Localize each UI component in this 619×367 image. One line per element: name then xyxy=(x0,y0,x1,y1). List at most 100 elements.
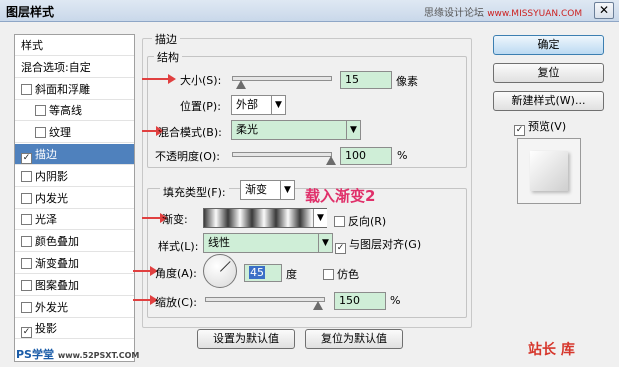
fill-type-label: 填充类型(F): xyxy=(160,184,229,200)
sidebar-item[interactable]: 外发光 xyxy=(15,297,134,318)
close-button[interactable]: ✕ xyxy=(594,2,614,19)
preview-checkbox[interactable]: ✓ 预览(V) xyxy=(514,118,566,136)
watermark-bottom-left: PS学堂 www.52PSXT.COM xyxy=(16,346,139,362)
sidebar-item-checkbox[interactable] xyxy=(21,258,32,269)
opacity-slider-thumb[interactable] xyxy=(326,156,336,165)
watermark-ps-label: PS学堂 xyxy=(16,348,54,361)
gradient-style-select[interactable]: 线性 ▼ xyxy=(203,233,333,253)
reset-button[interactable]: 复位 xyxy=(493,63,604,83)
annotation-arrow-size xyxy=(142,78,168,80)
sidebar-item[interactable]: 颜色叠加 xyxy=(15,231,134,253)
align-checkbox[interactable]: ✓ 与图层对齐(G) xyxy=(335,236,421,254)
sidebar-item-label: 外发光 xyxy=(35,300,68,314)
dither-checkbox[interactable]: 仿色 xyxy=(323,266,359,282)
sidebar-item-checkbox[interactable] xyxy=(35,127,46,139)
preview-checkbox-box[interactable]: ✓ xyxy=(514,125,525,136)
chevron-down-icon: ▼ xyxy=(318,234,332,252)
gradient-label: 渐变: xyxy=(162,213,188,226)
sidebar-item-label: 样式 xyxy=(21,39,43,52)
sidebar-item-checkbox[interactable]: ✓ xyxy=(21,327,32,339)
size-slider-thumb[interactable] xyxy=(236,80,246,89)
sidebar-item-checkbox[interactable] xyxy=(21,236,32,248)
chevron-down-icon[interactable]: ▼ xyxy=(313,209,327,227)
sidebar-item[interactable]: 渐变叠加 xyxy=(15,253,134,274)
angle-input[interactable]: 45 xyxy=(244,264,282,282)
style-label: 样式(L): xyxy=(158,240,199,253)
size-unit: 像素 xyxy=(396,75,418,88)
opacity-unit: % xyxy=(397,149,408,162)
ok-button[interactable]: 确定 xyxy=(493,35,604,55)
sidebar-item[interactable]: ✓ 描边 xyxy=(15,144,134,165)
gradient-style-value: 线性 xyxy=(208,236,230,249)
annotation-arrowhead-size xyxy=(168,74,176,84)
align-checkbox-box[interactable]: ✓ xyxy=(335,243,346,254)
preview-thumbnail xyxy=(517,138,581,204)
sidebar-item-checkbox[interactable] xyxy=(21,83,32,95)
sidebar-item[interactable]: ✓ 投影 xyxy=(15,318,134,340)
sidebar-item[interactable]: 光泽 xyxy=(15,209,134,231)
sidebar-item-checkbox[interactable] xyxy=(21,279,32,291)
scale-label: 缩放(C): xyxy=(155,296,197,309)
sidebar-item-checkbox[interactable] xyxy=(21,192,32,204)
set-default-button[interactable]: 设置为默认值 xyxy=(197,329,295,349)
annotation-load-gradient: 载入渐变2 xyxy=(305,187,376,205)
sidebar-item[interactable]: 斜面和浮雕 xyxy=(15,79,134,100)
annotation-arrow-gradient xyxy=(142,217,162,219)
sidebar-item[interactable]: 混合选项:自定 xyxy=(15,57,134,78)
size-input[interactable]: 15 xyxy=(340,71,392,89)
fill-type-select[interactable]: 渐变 ▼ xyxy=(240,180,295,200)
sidebar-item-label: 光泽 xyxy=(35,213,57,227)
sidebar-item-checkbox[interactable]: ✓ xyxy=(21,153,32,164)
scale-input[interactable]: 150 xyxy=(334,292,386,310)
scale-slider-track[interactable] xyxy=(205,297,325,302)
reset-default-button[interactable]: 复位为默认值 xyxy=(305,329,403,349)
sidebar-item-checkbox[interactable] xyxy=(21,214,32,226)
reverse-label: 反向(R) xyxy=(348,215,387,228)
sidebar-item-label: 颜色叠加 xyxy=(35,235,79,249)
sidebar-item-label: 纹理 xyxy=(49,126,71,140)
angle-unit: 度 xyxy=(286,268,297,281)
chevron-down-icon: ▼ xyxy=(346,121,360,139)
chevron-down-icon: ▼ xyxy=(280,181,294,199)
watermark-ps-url: www.52PSXT.COM xyxy=(57,351,140,360)
angle-dial[interactable] xyxy=(203,254,237,288)
scale-slider-thumb[interactable] xyxy=(313,301,323,310)
dither-checkbox-box[interactable] xyxy=(323,269,334,280)
sidebar-item-checkbox[interactable] xyxy=(35,105,46,117)
sidebar-item[interactable]: 等高线 xyxy=(15,100,134,122)
new-style-button[interactable]: 新建样式(W)... xyxy=(493,91,604,111)
chevron-down-icon: ▼ xyxy=(271,96,285,114)
sidebar-item[interactable]: 样式 xyxy=(15,35,134,56)
sidebar-item-label: 内阴影 xyxy=(35,169,68,183)
reverse-checkbox[interactable]: 反向(R) xyxy=(334,213,386,229)
blend-mode-value: 柔光 xyxy=(236,123,258,136)
opacity-input[interactable]: 100 xyxy=(340,147,392,165)
sidebar-item[interactable]: 内阴影 xyxy=(15,166,134,187)
sidebar-item-checkbox[interactable] xyxy=(21,170,32,182)
sidebar-item[interactable]: 纹理 xyxy=(15,122,134,144)
opacity-label: 不透明度(O): xyxy=(155,150,220,163)
sidebar-item[interactable]: 内发光 xyxy=(15,188,134,209)
sidebar-item[interactable]: 图案叠加 xyxy=(15,275,134,296)
structure-title: 结构 xyxy=(154,49,182,65)
dither-label: 仿色 xyxy=(337,268,359,281)
align-label: 与图层对齐(G) xyxy=(349,238,422,251)
sidebar-item-label: 内发光 xyxy=(35,191,68,205)
position-value: 外部 xyxy=(236,98,258,111)
sidebar-item-checkbox[interactable] xyxy=(21,301,32,313)
sidebar-item-label: 斜面和浮雕 xyxy=(35,82,90,96)
blend-mode-select[interactable]: 柔光 ▼ xyxy=(231,120,361,140)
gradient-picker[interactable]: ▼ xyxy=(203,208,327,228)
scale-unit: % xyxy=(390,294,401,307)
size-slider-track[interactable] xyxy=(232,76,332,81)
opacity-slider-track[interactable] xyxy=(232,152,332,157)
preview-label: 预览(V) xyxy=(528,120,567,133)
watermark-top-url: www.MISSYUAN.COM xyxy=(487,9,583,19)
sidebar-item-label: 图案叠加 xyxy=(35,278,79,292)
reverse-checkbox-box[interactable] xyxy=(334,216,345,227)
watermark-top-cn: 思缘设计论坛 xyxy=(424,8,484,19)
style-list: 样式混合选项:自定斜面和浮雕等高线纹理 ✓ 描边内阴影内发光光泽颜色叠加渐变叠加图案… xyxy=(14,34,135,362)
position-select[interactable]: 外部 ▼ xyxy=(231,95,286,115)
watermark-bottom-right: 站长 库 xyxy=(528,342,575,358)
fill-type-value: 渐变 xyxy=(245,183,267,196)
